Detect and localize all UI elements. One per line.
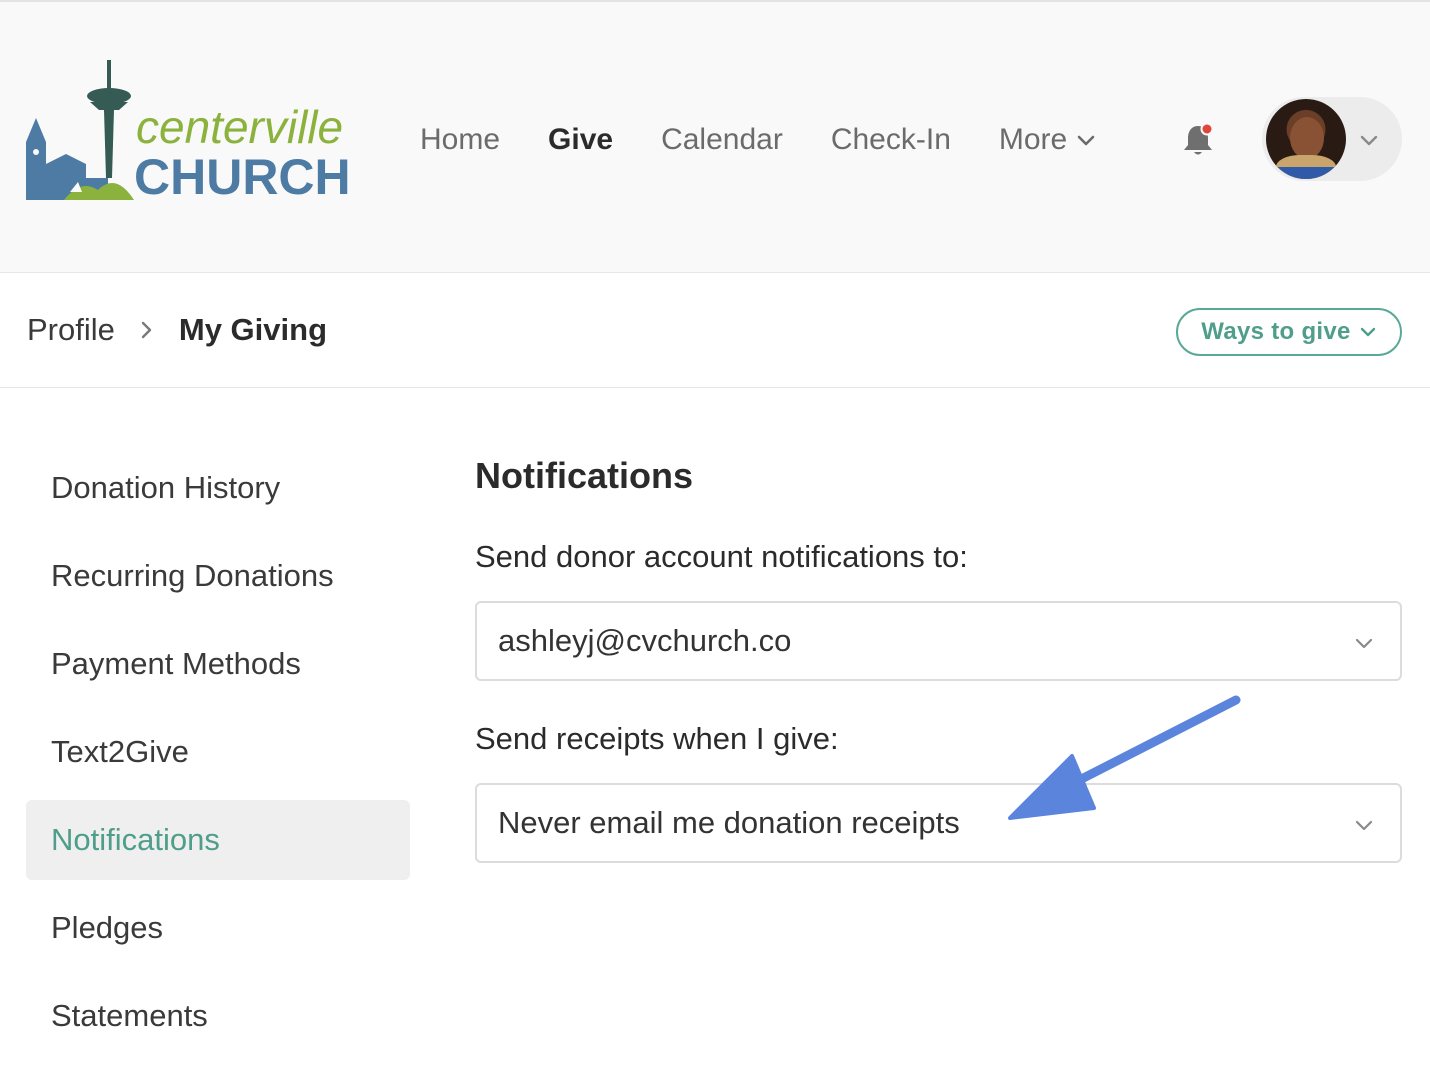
notification-dot [1200, 122, 1214, 136]
notify-to-label: Send donor account notifications to: [475, 539, 968, 574]
chevron-down-icon [1360, 135, 1378, 146]
ways-to-give-label: Ways to give [1201, 318, 1351, 345]
chevron-down-icon [1355, 820, 1373, 831]
notify-to-select[interactable]: ashleyj@cvchurch.co [475, 601, 1402, 681]
page-title: My Giving [178, 312, 328, 347]
receipts-select[interactable]: Never email me donation receipts [475, 783, 1402, 863]
nav-home[interactable]: Home [420, 123, 500, 157]
sidebar-item-notifications[interactable]: Notifications [26, 800, 410, 880]
main-nav: Home Give Calendar Check-In More [420, 120, 1145, 160]
user-menu[interactable] [1262, 97, 1402, 181]
sidebar-item-text2give[interactable]: Text2Give [26, 712, 410, 792]
notify-to-value: ashleyj@cvchurch.co [498, 623, 792, 658]
page-subheader: Profile My Giving Ways to give [0, 274, 1430, 388]
church-logo[interactable]: centerville CHURCH [24, 60, 364, 205]
avatar [1266, 99, 1346, 179]
breadcrumb: Profile My Giving [27, 312, 327, 348]
chevron-down-icon [1355, 638, 1373, 649]
church-skyline-icon [26, 60, 134, 200]
sidebar-item-statements[interactable]: Statements [26, 976, 410, 1056]
giving-sidebar: Donation History Recurring Donations Pay… [26, 448, 410, 1064]
nav-more[interactable]: More [999, 123, 1097, 157]
nav-give[interactable]: Give [548, 123, 613, 157]
top-navigation-bar: centerville CHURCH Home Give Calendar Ch… [0, 0, 1430, 273]
receipts-label: Send receipts when I give: [475, 721, 839, 756]
bell-icon[interactable] [1180, 122, 1216, 158]
logo-wordmark-top: centerville [136, 101, 344, 153]
sidebar-item-recurring-donations[interactable]: Recurring Donations [26, 536, 410, 616]
breadcrumb-profile[interactable]: Profile [27, 312, 115, 348]
section-title: Notifications [475, 455, 694, 496]
chevron-down-icon [1077, 135, 1095, 146]
ways-to-give-button[interactable]: Ways to give [1176, 308, 1402, 356]
nav-check-in[interactable]: Check-In [831, 123, 951, 157]
nav-calendar[interactable]: Calendar [661, 123, 783, 157]
receipts-value: Never email me donation receipts [498, 805, 960, 840]
notifications-panel: Notifications Send donor account notific… [475, 455, 1402, 863]
chevron-down-icon [1360, 327, 1375, 337]
logo-wordmark-bottom: CHURCH [134, 149, 351, 205]
sidebar-item-pledges[interactable]: Pledges [26, 888, 410, 968]
sidebar-item-payment-methods[interactable]: Payment Methods [26, 624, 410, 704]
nav-more-label: More [998, 123, 1068, 156]
chevron-right-icon [141, 321, 152, 339]
sidebar-item-donation-history[interactable]: Donation History [26, 448, 410, 528]
